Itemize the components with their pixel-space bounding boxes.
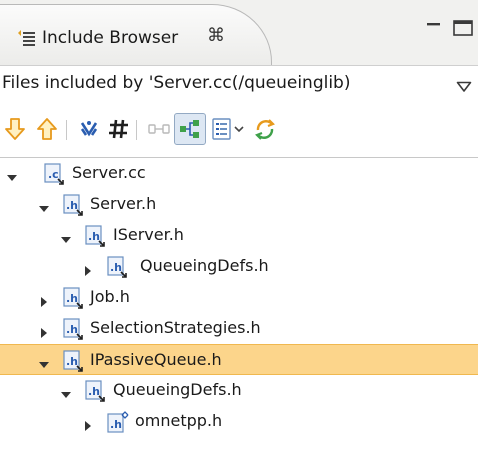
- collapsed-arrow-icon[interactable]: [39, 292, 49, 307]
- svg-text:.h: .h: [66, 355, 78, 368]
- tab-title: Include Browser: [42, 28, 179, 48]
- hierarchy-toggle-icon: [177, 116, 203, 142]
- up-arrow-icon[interactable]: [34, 116, 60, 142]
- expanded-arrow-icon[interactable]: [39, 199, 49, 212]
- breadcrumb: Files included by 'Server.cc(/queueingli…: [0, 65, 478, 103]
- toolbar-separator: [136, 120, 137, 140]
- include-browser-icon: [16, 27, 36, 47]
- tree-item-label: Server.h: [90, 194, 157, 213]
- minimize-icon[interactable]: [425, 17, 443, 35]
- toolbar-separator: [66, 120, 67, 140]
- tree-row[interactable]: .h Job.h: [0, 282, 478, 313]
- svg-text:.h: .h: [110, 261, 122, 274]
- collapsed-arrow-icon[interactable]: [83, 416, 93, 431]
- hierarchy-toggle-button[interactable]: [174, 113, 206, 145]
- hash-icon[interactable]: [106, 116, 132, 142]
- expanded-arrow-icon[interactable]: [39, 355, 49, 368]
- tree-item-label: Server.cc: [72, 163, 146, 182]
- sync-icon[interactable]: [252, 116, 278, 142]
- collapsed-arrow-icon[interactable]: [39, 323, 49, 338]
- tree-row-selected[interactable]: .h IPassiveQueue.h: [0, 344, 478, 375]
- collapsed-arrow-icon[interactable]: [83, 261, 93, 276]
- tree-row[interactable]: .h IServer.h: [0, 220, 478, 251]
- header-title: Files included by 'Server.cc(/queueingli…: [2, 73, 351, 93]
- svg-text:.h: .h: [88, 230, 100, 243]
- view-menu-icon[interactable]: [456, 78, 472, 92]
- svg-text:.h: .h: [66, 292, 78, 305]
- h-file-icon: .h: [85, 225, 107, 247]
- tree-item-label: IPassiveQueue.h: [90, 350, 222, 369]
- svg-text:.h: .h: [66, 323, 78, 336]
- tab-include-browser[interactable]: Include Browser ⌘: [0, 4, 272, 65]
- h-file-icon: .h: [63, 287, 85, 309]
- toolbar: [0, 110, 478, 154]
- tree-item-label: SelectionStrategies.h: [90, 318, 261, 337]
- h-file-icon: .h: [63, 194, 85, 216]
- external-h-file-icon: .h: [107, 411, 129, 433]
- tree-item-label: QueueingDefs.h: [113, 380, 242, 399]
- h-file-icon: .h: [107, 256, 129, 278]
- tree-item-label: Job.h: [90, 287, 130, 306]
- refresh-icon[interactable]: [76, 116, 102, 142]
- expanded-arrow-icon[interactable]: [61, 230, 71, 243]
- maximize-icon[interactable]: [452, 20, 474, 36]
- tree-row[interactable]: .h QueueingDefs.h: [0, 251, 478, 282]
- svg-text:.h: .h: [66, 199, 78, 212]
- expanded-arrow-icon[interactable]: [7, 168, 17, 181]
- h-file-icon: .h: [85, 380, 107, 402]
- include-tree: .c Server.cc .h Server.h .h IServer.h .h…: [0, 157, 478, 457]
- tree-item-label: QueueingDefs.h: [140, 256, 269, 275]
- tree-item-label: omnetpp.h: [135, 411, 223, 430]
- expanded-arrow-icon[interactable]: [61, 385, 71, 398]
- list-dropdown-icon[interactable]: [210, 116, 250, 142]
- tree-row[interactable]: .h Server.h: [0, 189, 478, 220]
- tree-row[interactable]: .h QueueingDefs.h: [0, 375, 478, 406]
- c-file-icon: .c: [44, 163, 66, 185]
- h-file-icon: .h: [63, 318, 85, 340]
- svg-text:.h: .h: [110, 418, 122, 431]
- svg-text:.c: .c: [48, 168, 59, 181]
- h-file-icon: .h: [63, 350, 85, 372]
- tree-row[interactable]: .h omnetpp.h: [0, 406, 478, 437]
- tree-row[interactable]: .c Server.cc: [0, 158, 478, 189]
- svg-text:.h: .h: [88, 385, 100, 398]
- down-arrow-icon[interactable]: [2, 116, 28, 142]
- link-icon[interactable]: [146, 116, 172, 142]
- tree-row[interactable]: .h SelectionStrategies.h: [0, 313, 478, 344]
- close-icon[interactable]: ⌘: [207, 25, 225, 47]
- view-tab-bar: Include Browser ⌘: [0, 0, 478, 65]
- tree-item-label: IServer.h: [113, 225, 184, 244]
- view-content: Files included by 'Server.cc(/queueingli…: [0, 65, 478, 456]
